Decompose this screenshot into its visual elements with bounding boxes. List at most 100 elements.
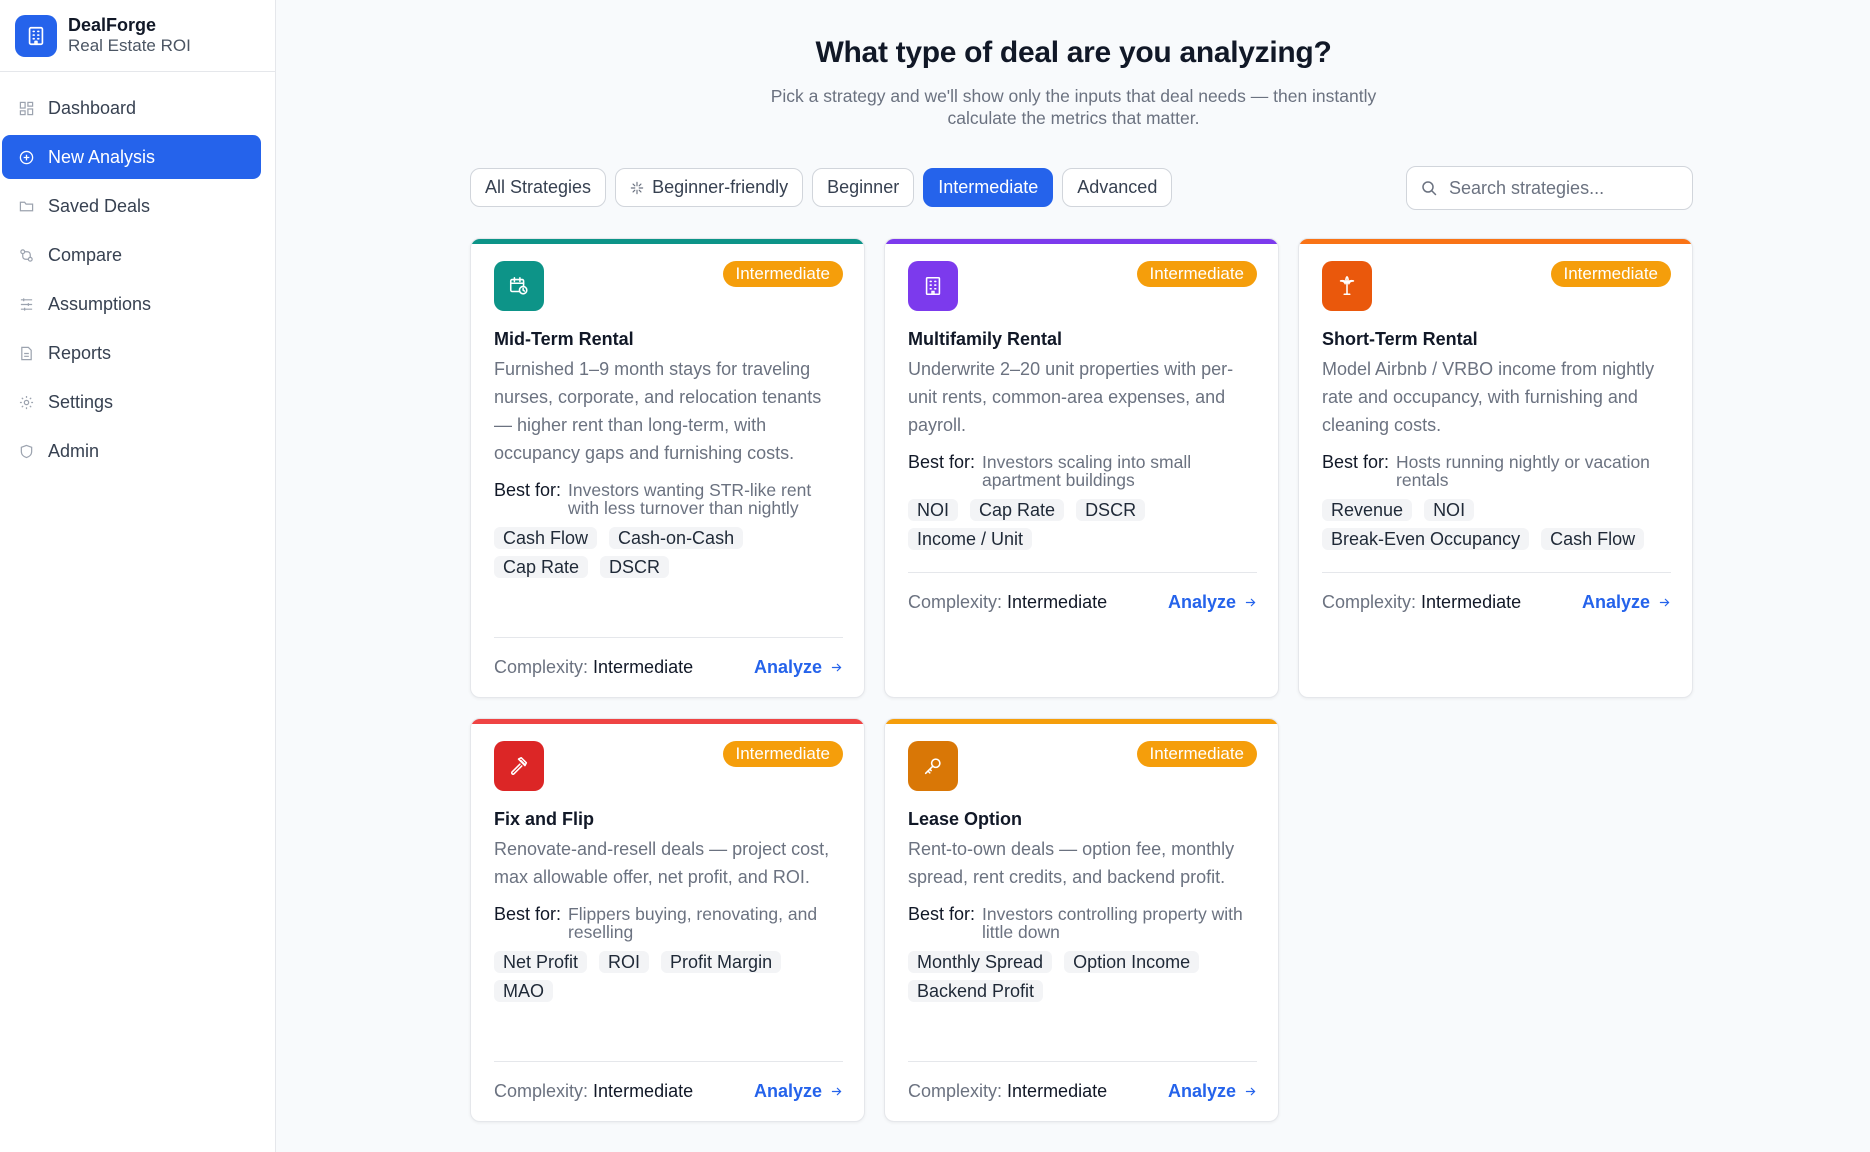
metric-tags: Monthly Spread Option Income Backend Pro… bbox=[908, 951, 1257, 1002]
best-for: Best for: Hosts running nightly or vacat… bbox=[1322, 453, 1671, 489]
strategy-card-multifamily-rental[interactable]: Intermediate Multifamily Rental Underwri… bbox=[884, 238, 1279, 698]
sidebar-item-compare[interactable]: Compare bbox=[2, 233, 261, 277]
analyze-button[interactable]: Analyze bbox=[1168, 592, 1257, 613]
page-subtitle: Pick a strategy and we'll show only the … bbox=[770, 86, 1377, 128]
calendar-clock-icon bbox=[494, 261, 544, 311]
metric-tags: NOI Cap Rate DSCR Income / Unit bbox=[908, 499, 1257, 550]
sidebar-item-settings[interactable]: Settings bbox=[2, 380, 261, 424]
metric-tag: Cash-on-Cash bbox=[609, 527, 744, 549]
complexity-text: Complexity: Intermediate bbox=[494, 657, 693, 678]
card-description: Furnished 1–9 month stays for traveling … bbox=[494, 359, 822, 463]
sliders-icon bbox=[18, 296, 34, 312]
card-description: Underwrite 2–20 unit properties with per… bbox=[908, 359, 1234, 435]
best-for: Best for: Investors wanting STR-like ren… bbox=[494, 481, 843, 517]
metric-tag: Net Profit bbox=[494, 951, 588, 973]
best-for-text: Flippers buying, renovating, and reselli… bbox=[568, 904, 818, 942]
sidebar: DealForge Real Estate ROI Dashboard New … bbox=[0, 0, 276, 1152]
card-title: Fix and Flip bbox=[494, 809, 595, 829]
search-box[interactable] bbox=[1406, 166, 1693, 210]
complexity-text: Complexity: Intermediate bbox=[908, 592, 1107, 613]
sidebar-item-label: Compare bbox=[48, 244, 123, 265]
sidebar-item-assumptions[interactable]: Assumptions bbox=[2, 282, 261, 326]
sidebar-item-saved-deals[interactable]: Saved Deals bbox=[2, 184, 261, 228]
sidebar-item-label: Reports bbox=[48, 342, 112, 363]
sidebar-item-reports[interactable]: Reports bbox=[2, 331, 261, 375]
metric-tag: NOI bbox=[1424, 499, 1475, 521]
building-logo-icon bbox=[15, 14, 57, 57]
complexity-badge: Intermediate bbox=[1136, 261, 1257, 287]
search-icon bbox=[1421, 180, 1437, 196]
card-footer: Complexity: Intermediate Analyze bbox=[1322, 572, 1671, 632]
arrow-right-icon bbox=[1658, 596, 1671, 609]
metric-tag: Break-Even Occupancy bbox=[1322, 528, 1530, 550]
analyze-button[interactable]: Analyze bbox=[1168, 1081, 1257, 1102]
folder-icon bbox=[18, 198, 34, 214]
metric-tag: Cap Rate bbox=[494, 556, 589, 578]
sidebar-item-label: Dashboard bbox=[48, 97, 137, 118]
analyze-label: Analyze bbox=[1167, 1081, 1236, 1101]
strategy-card-mid-term-rental[interactable]: Intermediate Mid-Term Rental Furnished 1… bbox=[470, 238, 865, 698]
card-accent-bar bbox=[885, 239, 1278, 244]
best-for-label: Best for: bbox=[494, 904, 562, 924]
analyze-button[interactable]: Analyze bbox=[754, 657, 843, 678]
metric-tag: DSCR bbox=[1076, 499, 1146, 521]
arrow-right-icon bbox=[1244, 596, 1257, 609]
complexity-label: Complexity: bbox=[908, 1081, 1003, 1101]
analyze-label: Analyze bbox=[1581, 592, 1650, 612]
metric-tag: Backend Profit bbox=[908, 980, 1044, 1002]
grid-icon bbox=[18, 100, 34, 116]
sidebar-item-admin[interactable]: Admin bbox=[2, 429, 261, 473]
metric-tag: Option Income bbox=[1064, 951, 1200, 973]
shield-icon bbox=[18, 443, 34, 459]
sidebar-item-label: New Analysis bbox=[48, 146, 156, 167]
search-input[interactable] bbox=[1449, 177, 1679, 199]
card-description: Rent-to-own deals — option fee, monthly … bbox=[908, 839, 1235, 887]
strategy-card-short-term-rental[interactable]: Intermediate Short-Term Rental Model Air… bbox=[1298, 238, 1693, 698]
filter-all-strategies[interactable]: All Strategies bbox=[470, 168, 607, 207]
best-for: Best for: Investors controlling property… bbox=[908, 905, 1257, 941]
card-title: Multifamily Rental bbox=[908, 329, 1063, 349]
card-accent-bar bbox=[885, 719, 1278, 724]
sidebar-nav: Dashboard New Analysis Saved Deals Compa… bbox=[0, 72, 275, 473]
best-for: Best for: Flippers buying, renovating, a… bbox=[494, 905, 843, 941]
filter-label: Intermediate bbox=[938, 177, 1039, 197]
analyze-button[interactable]: Analyze bbox=[1582, 592, 1671, 613]
arrow-right-icon bbox=[830, 661, 843, 674]
app-subtitle: Real Estate ROI bbox=[68, 36, 191, 56]
filter-label: Beginner-friendly bbox=[652, 177, 789, 197]
metric-tags: Net Profit ROI Profit Margin MAO bbox=[494, 951, 843, 1002]
metric-tag: Cash Flow bbox=[1541, 528, 1645, 550]
best-for: Best for: Investors scaling into small a… bbox=[908, 453, 1257, 489]
metric-tag: Profit Margin bbox=[661, 951, 782, 973]
brand[interactable]: DealForge Real Estate ROI bbox=[0, 0, 275, 72]
sidebar-item-new-analysis[interactable]: New Analysis bbox=[2, 135, 261, 179]
metric-tags: Cash Flow Cash-on-Cash Cap Rate DSCR bbox=[494, 527, 843, 578]
complexity-badge: Intermediate bbox=[1550, 261, 1671, 287]
strategy-card-lease-option[interactable]: Intermediate Lease Option Rent-to-own de… bbox=[884, 718, 1279, 1122]
metric-tag: DSCR bbox=[600, 556, 670, 578]
file-icon bbox=[18, 345, 34, 361]
complexity-value: Intermediate bbox=[1007, 592, 1108, 612]
palm-tree-icon bbox=[1322, 261, 1372, 311]
filter-intermediate[interactable]: Intermediate bbox=[923, 168, 1054, 207]
filter-beginner-friendly[interactable]: Beginner-friendly bbox=[615, 168, 804, 207]
card-title: Lease Option bbox=[908, 809, 1023, 829]
analyze-button[interactable]: Analyze bbox=[754, 1081, 843, 1102]
complexity-badge: Intermediate bbox=[1136, 741, 1257, 767]
card-accent-bar bbox=[471, 719, 864, 724]
complexity-text: Complexity: Intermediate bbox=[494, 1081, 693, 1102]
sidebar-item-dashboard[interactable]: Dashboard bbox=[2, 86, 261, 130]
strategy-card-fix-and-flip[interactable]: Intermediate Fix and Flip Renovate-and-r… bbox=[470, 718, 865, 1122]
metric-tag: Cash Flow bbox=[494, 527, 598, 549]
filter-advanced[interactable]: Advanced bbox=[1062, 168, 1173, 207]
filter-label: Advanced bbox=[1077, 177, 1158, 197]
metric-tag: ROI bbox=[599, 951, 650, 973]
filter-beginner[interactable]: Beginner bbox=[812, 168, 915, 207]
metric-tag: NOI bbox=[908, 499, 959, 521]
best-for-text: Investors scaling into small apartment b… bbox=[982, 452, 1192, 490]
best-for-text: Hosts running nightly or vacation rental… bbox=[1396, 452, 1650, 490]
filter-label: Beginner bbox=[827, 177, 900, 197]
complexity-label: Complexity: bbox=[1322, 592, 1417, 612]
complexity-value: Intermediate bbox=[593, 1081, 694, 1101]
hammer-icon bbox=[494, 741, 544, 791]
